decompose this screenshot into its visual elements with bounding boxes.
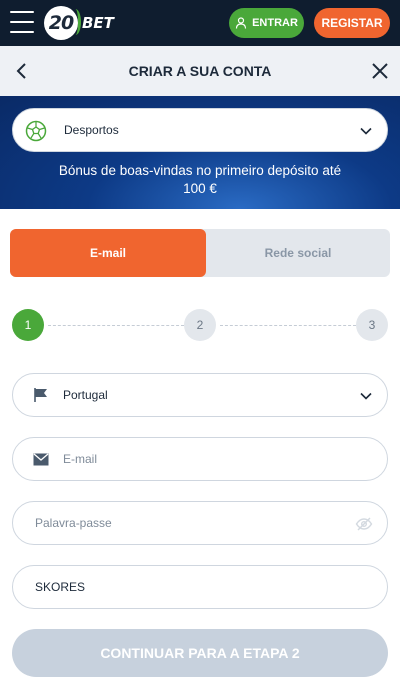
registration-method-tabs: E-mail Rede social — [10, 229, 390, 277]
welcome-bonus-text: Bónus de boas-vindas no primeiro depósit… — [0, 162, 400, 198]
tab-email-label: E-mail — [89, 246, 126, 260]
step-1: 1 — [12, 309, 44, 341]
step-2: 2 — [184, 309, 216, 341]
flag-icon — [34, 388, 47, 402]
promo-code-field-container — [12, 565, 388, 609]
chevron-left-icon — [16, 63, 26, 79]
sport-select[interactable]: Desportos — [12, 108, 388, 152]
chevron-down-icon — [360, 127, 372, 135]
page-title: CRIAR A SUA CONTA — [128, 63, 272, 79]
country-select[interactable]: Portugal — [12, 373, 388, 417]
step-connector — [220, 325, 356, 326]
page-header: CRIAR A SUA CONTA — [0, 46, 400, 96]
eye-off-icon[interactable] — [355, 516, 373, 532]
login-label: ENTRAR — [252, 17, 298, 29]
tab-social-label: Rede social — [264, 246, 332, 260]
tab-email[interactable]: E-mail — [10, 229, 206, 277]
top-navigation-bar: 20 BET ENTRAR REGISTAR — [0, 0, 400, 46]
register-button[interactable]: REGISTAR — [314, 8, 390, 38]
sport-select-value: Desportos — [64, 123, 119, 137]
step-3: 3 — [356, 309, 388, 341]
email-field[interactable] — [63, 438, 363, 480]
bonus-line-2: 100 € — [183, 181, 217, 196]
password-field[interactable] — [35, 502, 355, 544]
step-connector — [48, 325, 184, 326]
password-field-container — [12, 501, 388, 545]
chevron-down-icon — [360, 392, 372, 400]
logo-badge: 20 — [44, 6, 81, 40]
bonus-line-1: Bónus de boas-vindas no primeiro depósit… — [58, 163, 342, 178]
register-label: REGISTAR — [321, 16, 383, 30]
login-button[interactable]: ENTRAR — [229, 8, 304, 38]
bonus-banner: Desportos Bónus de boas-vindas no primei… — [0, 96, 400, 209]
promo-code-field[interactable] — [35, 566, 375, 608]
back-button[interactable] — [12, 61, 32, 81]
logo[interactable]: 20 BET — [44, 6, 114, 40]
close-icon — [372, 63, 388, 79]
close-button[interactable] — [370, 61, 390, 81]
hamburger-menu-icon[interactable] — [10, 11, 34, 33]
tab-social-network[interactable]: Rede social — [206, 229, 390, 277]
continue-label: CONTINUAR PARA A ETAPA 2 — [100, 645, 300, 661]
logo-number: 20 — [48, 12, 74, 34]
country-value: Portugal — [63, 388, 108, 402]
continue-to-step-2-button[interactable]: CONTINUAR PARA A ETAPA 2 — [12, 629, 388, 677]
step-indicator: 1 2 3 — [12, 309, 388, 341]
envelope-icon — [33, 453, 49, 466]
soccer-ball-icon — [25, 120, 47, 142]
logo-text: BET — [82, 14, 114, 32]
email-field-container — [12, 437, 388, 481]
user-icon — [235, 17, 247, 29]
